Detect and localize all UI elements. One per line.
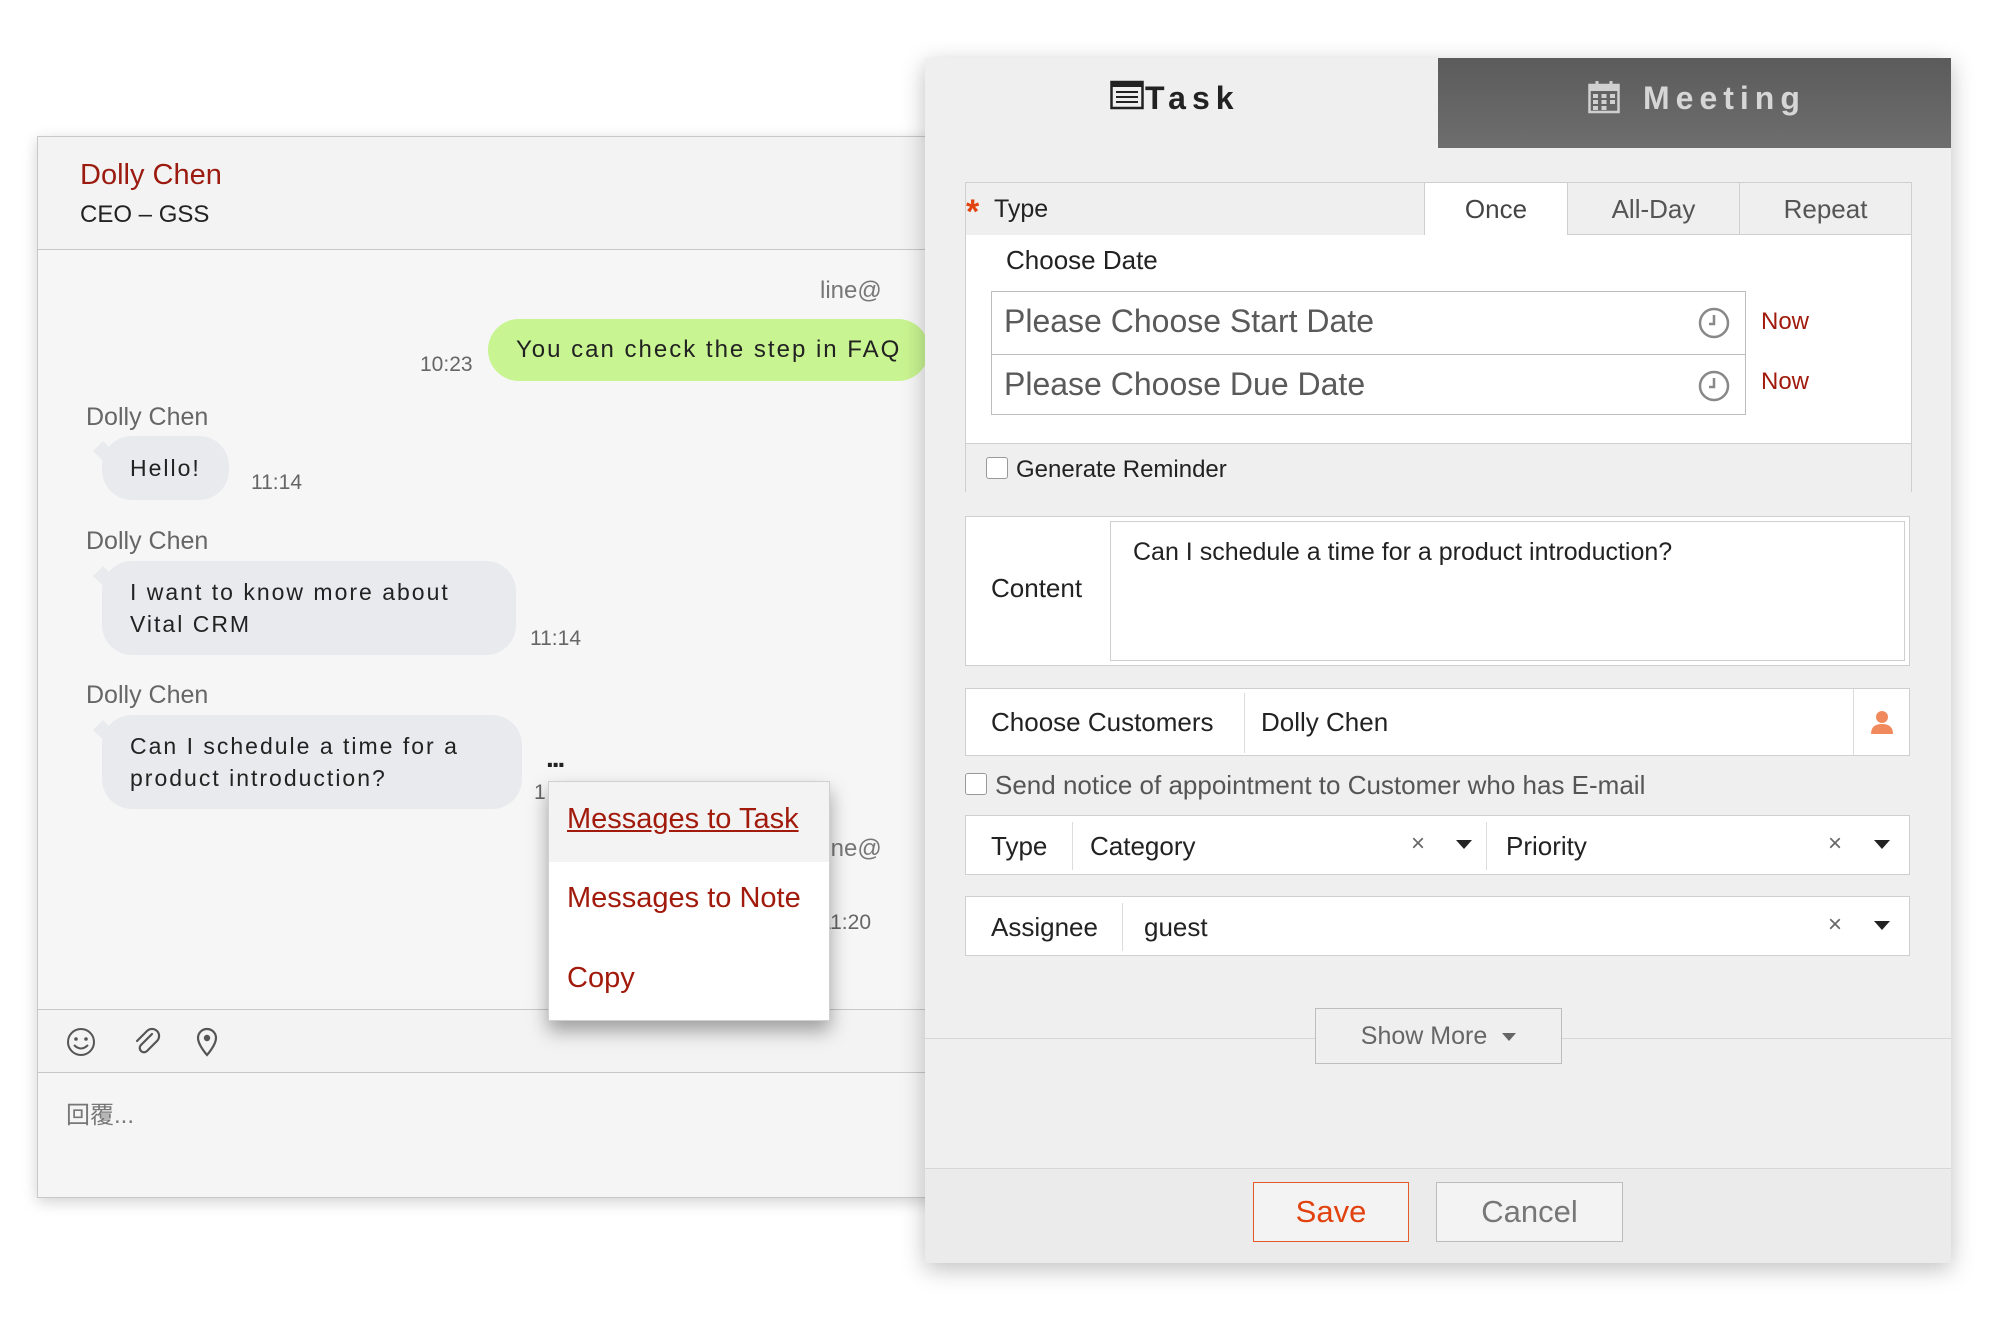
divider — [1486, 822, 1487, 870]
notice-label: Send notice of appointment to Customer w… — [995, 770, 1646, 800]
caret-down-icon — [1502, 1033, 1517, 1042]
outgoing-message-bubble[interactable]: You can check the step in FAQ — [488, 319, 930, 381]
due-now-link[interactable]: Now — [1761, 368, 1809, 396]
clock-icon[interactable] — [1697, 306, 1731, 340]
type-header: * Type — [966, 183, 1424, 235]
location-pin-icon[interactable] — [190, 1025, 224, 1059]
task-dialog: Task Meeting * Type Once All-Day Repeat … — [925, 58, 1951, 1263]
type-section: * Type Once All-Day Repeat Choose Date P… — [965, 182, 1912, 493]
tab-meeting[interactable]: Meeting — [1438, 58, 1951, 148]
message-sender: Dolly Chen — [86, 681, 209, 709]
category-priority-row: Type Category × Priority × — [965, 815, 1910, 875]
customers-label: Choose Customers — [991, 707, 1214, 737]
assignee-select[interactable]: guest — [1144, 912, 1208, 943]
incoming-message-bubble[interactable]: Can I schedule a time for a product intr… — [102, 715, 522, 809]
message-more-button[interactable]: ... — [546, 742, 565, 774]
message-time: 1 — [534, 781, 546, 804]
category-chevron-down-icon[interactable] — [1456, 840, 1472, 849]
customers-section: Choose Customers Dolly Chen — [965, 688, 1910, 756]
assignee-label: Assignee — [991, 912, 1098, 942]
type-row-label: Type — [991, 831, 1048, 861]
content-section: Content Can I schedule a time for a prod… — [965, 516, 1910, 666]
category-select[interactable]: Category — [1090, 831, 1196, 862]
clock-icon[interactable] — [1697, 369, 1731, 403]
type-option-once[interactable]: Once — [1424, 182, 1568, 235]
reminder-label: Generate Reminder — [1016, 456, 1227, 483]
tab-meeting-label: Meeting — [1643, 80, 1806, 116]
emoji-icon[interactable] — [64, 1025, 98, 1059]
menu-item-messages-to-note[interactable]: Messages to Note — [567, 882, 801, 915]
divider — [1244, 693, 1245, 753]
dialog-footer: Save Cancel — [925, 1168, 1951, 1263]
reminder-checkbox[interactable] — [986, 457, 1008, 479]
customers-value[interactable]: Dolly Chen — [1261, 707, 1388, 738]
start-date-input[interactable] — [1002, 302, 1682, 341]
message-time: 10:23 — [420, 353, 473, 376]
type-option-repeat[interactable]: Repeat — [1739, 182, 1912, 235]
required-marker: * — [966, 193, 980, 231]
tab-task-label: Task — [1145, 80, 1240, 116]
line-source-label: line@ — [820, 277, 882, 304]
notice-row: Send notice of appointment to Customer w… — [965, 758, 1910, 810]
assignee-chevron-down-icon[interactable] — [1874, 921, 1890, 930]
content-textarea[interactable]: Can I schedule a time for a product intr… — [1110, 521, 1905, 661]
type-option-all-day[interactable]: All-Day — [1567, 182, 1740, 235]
chat-window: Dolly Chen CEO – GSS line@ 10:23 You can… — [37, 136, 967, 1198]
type-label: Type — [994, 195, 1049, 223]
start-now-link[interactable]: Now — [1761, 308, 1809, 336]
menu-item-copy[interactable]: Copy — [567, 962, 635, 995]
start-date-row — [992, 292, 1745, 353]
due-date-input[interactable] — [1002, 365, 1682, 404]
incoming-message-bubble[interactable]: I want to know more about Vital CRM — [102, 561, 516, 655]
priority-select[interactable]: Priority — [1506, 831, 1587, 862]
menu-item-messages-to-task[interactable]: Messages to Task — [567, 803, 799, 836]
show-more-button[interactable]: Show More — [1315, 1008, 1562, 1064]
cancel-button[interactable]: Cancel — [1436, 1182, 1623, 1242]
priority-clear-icon[interactable]: × — [1828, 830, 1842, 858]
divider — [1122, 903, 1123, 951]
contact-name: Dolly Chen — [80, 159, 222, 191]
chat-header: Dolly Chen CEO – GSS — [38, 137, 966, 250]
incoming-message-bubble[interactable]: Hello! — [102, 436, 229, 500]
category-clear-icon[interactable]: × — [1411, 830, 1425, 858]
person-icon — [1871, 711, 1893, 734]
message-time: 11:14 — [530, 627, 581, 650]
due-date-row — [992, 354, 1745, 415]
reply-input[interactable]: 回覆... — [66, 1095, 134, 1130]
choose-customer-button[interactable] — [1853, 689, 1909, 755]
list-icon — [1110, 80, 1144, 110]
paperclip-icon[interactable] — [130, 1025, 164, 1059]
calendar-icon — [1588, 81, 1620, 114]
choose-date-label: Choose Date — [1006, 245, 1158, 275]
priority-chevron-down-icon[interactable] — [1874, 840, 1890, 849]
message-time: 11:14 — [251, 471, 302, 494]
assignee-row: Assignee guest × — [965, 896, 1910, 956]
show-more-label: Show More — [1360, 1022, 1488, 1050]
save-button[interactable]: Save — [1253, 1182, 1409, 1242]
reminder-row: Generate Reminder — [966, 443, 1911, 493]
message-sender: Dolly Chen — [86, 527, 209, 555]
assignee-clear-icon[interactable]: × — [1828, 911, 1842, 939]
divider — [1072, 822, 1073, 870]
content-label: Content — [991, 573, 1083, 603]
contact-title: CEO – GSS — [80, 201, 210, 228]
message-context-menu: Messages to Task Messages to Note Copy — [548, 781, 830, 1021]
notice-checkbox[interactable] — [965, 773, 987, 795]
message-sender: Dolly Chen — [86, 403, 209, 431]
date-range-box — [991, 291, 1746, 415]
tab-task[interactable]: Task — [925, 58, 1438, 148]
